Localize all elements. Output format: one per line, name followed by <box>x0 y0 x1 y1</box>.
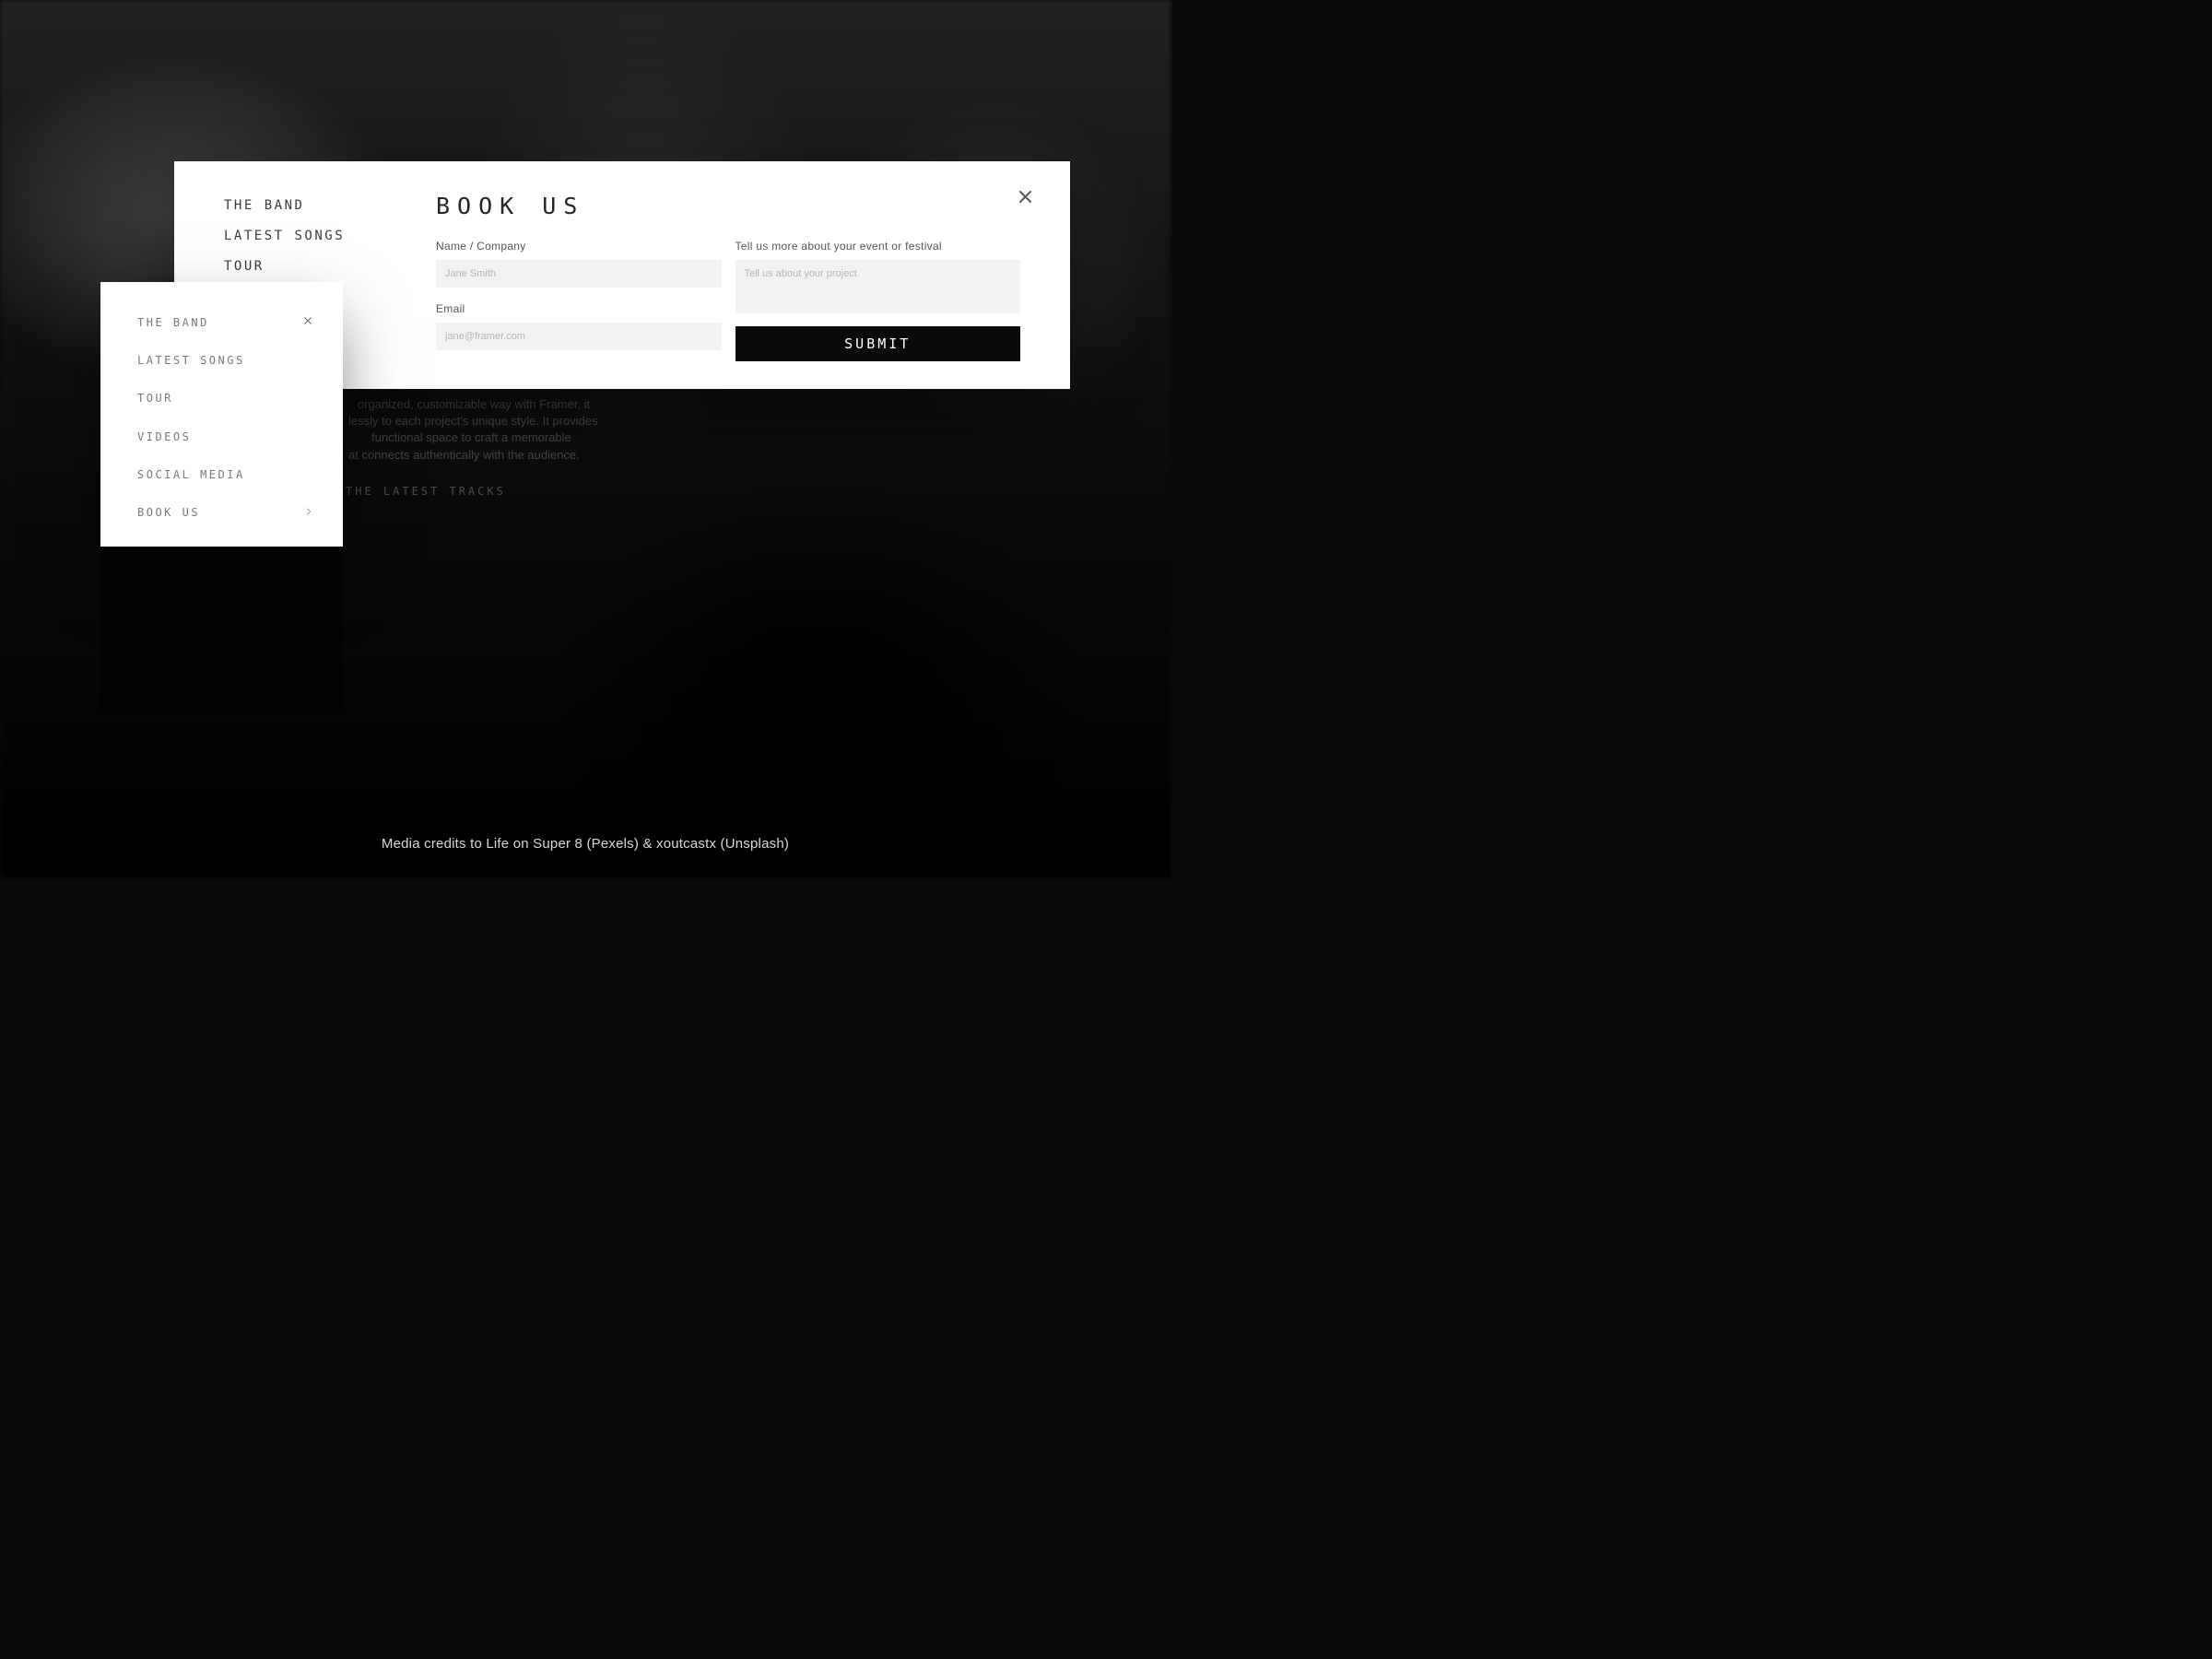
menu-label: LATEST SONGS <box>137 354 245 367</box>
submit-button[interactable]: SUBMIT <box>735 326 1021 361</box>
menu-item-videos[interactable]: VIDEOS <box>137 430 313 443</box>
name-company-label: Name / Company <box>436 240 722 253</box>
menu-item-latest-songs[interactable]: LATEST SONGS <box>137 354 313 367</box>
menu-item-tour[interactable]: TOUR <box>137 392 313 405</box>
menu-item-the-band[interactable]: THE BAND <box>137 315 313 329</box>
nav-tour[interactable]: TOUR <box>224 259 436 274</box>
menu-item-book-us[interactable]: BOOK US <box>137 506 313 519</box>
close-icon[interactable] <box>1016 187 1035 211</box>
mobile-menu-modal: THE BAND LATEST SONGS TOUR VIDEOS SOCIAL… <box>100 282 343 547</box>
menu-label: THE BAND <box>137 316 209 329</box>
event-textarea[interactable] <box>735 260 1021 313</box>
menu-label: VIDEOS <box>137 430 191 443</box>
nav-the-band[interactable]: THE BAND <box>224 198 436 213</box>
menu-item-social-media[interactable]: SOCIAL MEDIA <box>137 468 313 481</box>
book-us-title: BOOK US <box>436 193 1020 219</box>
close-icon[interactable] <box>295 315 313 329</box>
menu-label: BOOK US <box>137 506 200 519</box>
menu-label: SOCIAL MEDIA <box>137 468 245 481</box>
email-input[interactable] <box>436 323 722 350</box>
event-label: Tell us more about your event or festiva… <box>735 240 1021 253</box>
nav-latest-songs[interactable]: LATEST SONGS <box>224 229 436 243</box>
chevron-right-icon <box>304 506 313 519</box>
menu-label: TOUR <box>137 392 173 405</box>
email-label: Email <box>436 302 722 315</box>
background-heading: THE LATEST TRACKS <box>346 485 506 498</box>
media-credits: Media credits to Life on Super 8 (Pexels… <box>0 836 1171 852</box>
name-company-input[interactable] <box>436 260 722 288</box>
book-us-form-area: BOOK US Name / Company Email Tell us mor… <box>436 193 1020 358</box>
